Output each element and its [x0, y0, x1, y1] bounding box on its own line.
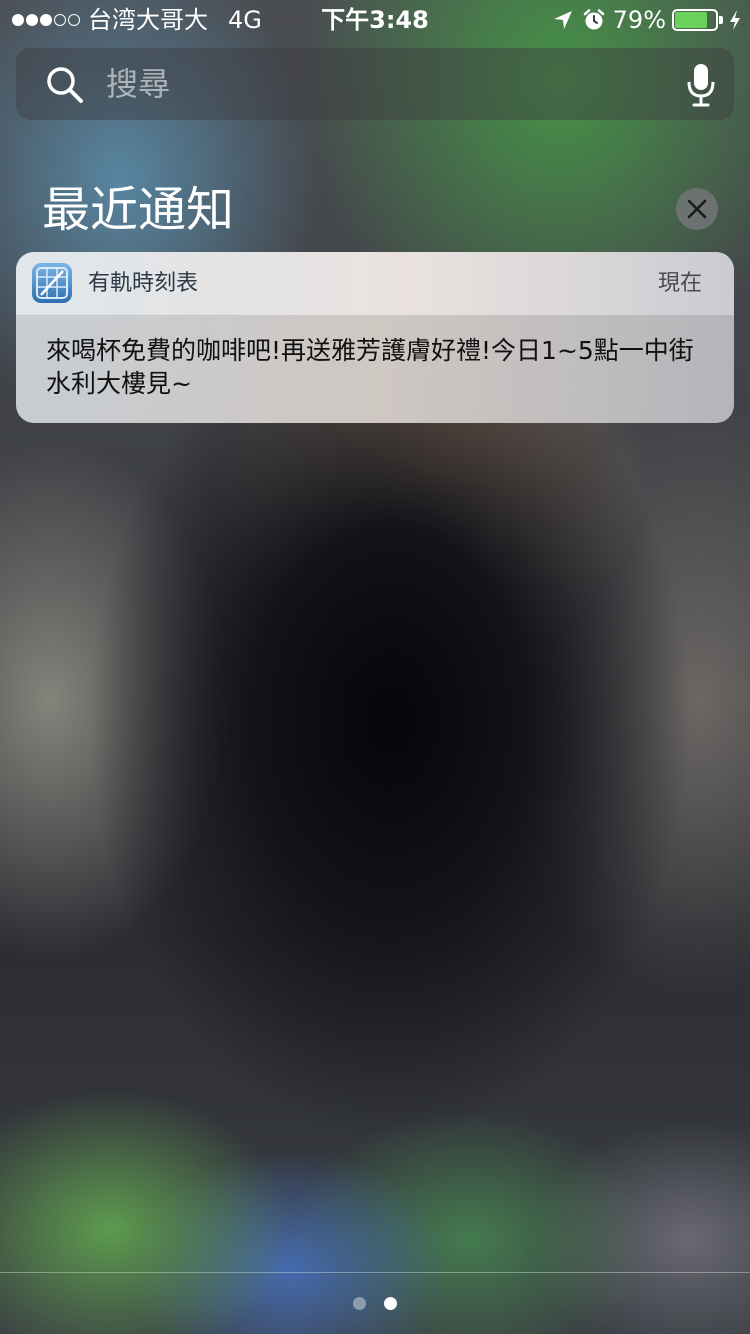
notification-card[interactable]: 有軌時刻表 現在 來喝杯免費的咖啡吧!再送雅芳護膚好禮!今日1~5點一中街水利大…: [16, 252, 734, 423]
charging-bolt-icon: [730, 10, 740, 30]
clear-notifications-button[interactable]: [676, 188, 718, 230]
battery-percent: 79%: [612, 6, 666, 34]
search-field[interactable]: 搜尋: [16, 48, 734, 120]
notification-app-name: 有軌時刻表: [88, 271, 199, 296]
close-icon: [687, 199, 707, 219]
search-placeholder: 搜尋: [106, 65, 171, 103]
notification-message: 來喝杯免費的咖啡吧!再送雅芳護膚好禮!今日1~5點一中街水利大樓見~: [46, 336, 694, 398]
status-right: 79%: [553, 0, 742, 40]
notification-header: 有軌時刻表 現在: [16, 252, 734, 316]
battery-icon: [672, 9, 724, 31]
page-dot: [353, 1297, 366, 1310]
microphone-icon[interactable]: [686, 62, 716, 108]
location-arrow-icon: [553, 11, 572, 29]
alarm-clock-icon: [583, 9, 604, 30]
recent-notifications-title: 最近通知: [42, 182, 235, 238]
app-icon: [32, 263, 72, 303]
divider: [0, 1272, 750, 1273]
notification-time: 現在: [657, 271, 702, 296]
status-bar: 台湾大哥大 4G 下午3:48 79%: [0, 0, 750, 40]
page-dot-active: [384, 1297, 397, 1310]
page-indicator[interactable]: [0, 1297, 750, 1311]
search-icon: [47, 67, 83, 103]
